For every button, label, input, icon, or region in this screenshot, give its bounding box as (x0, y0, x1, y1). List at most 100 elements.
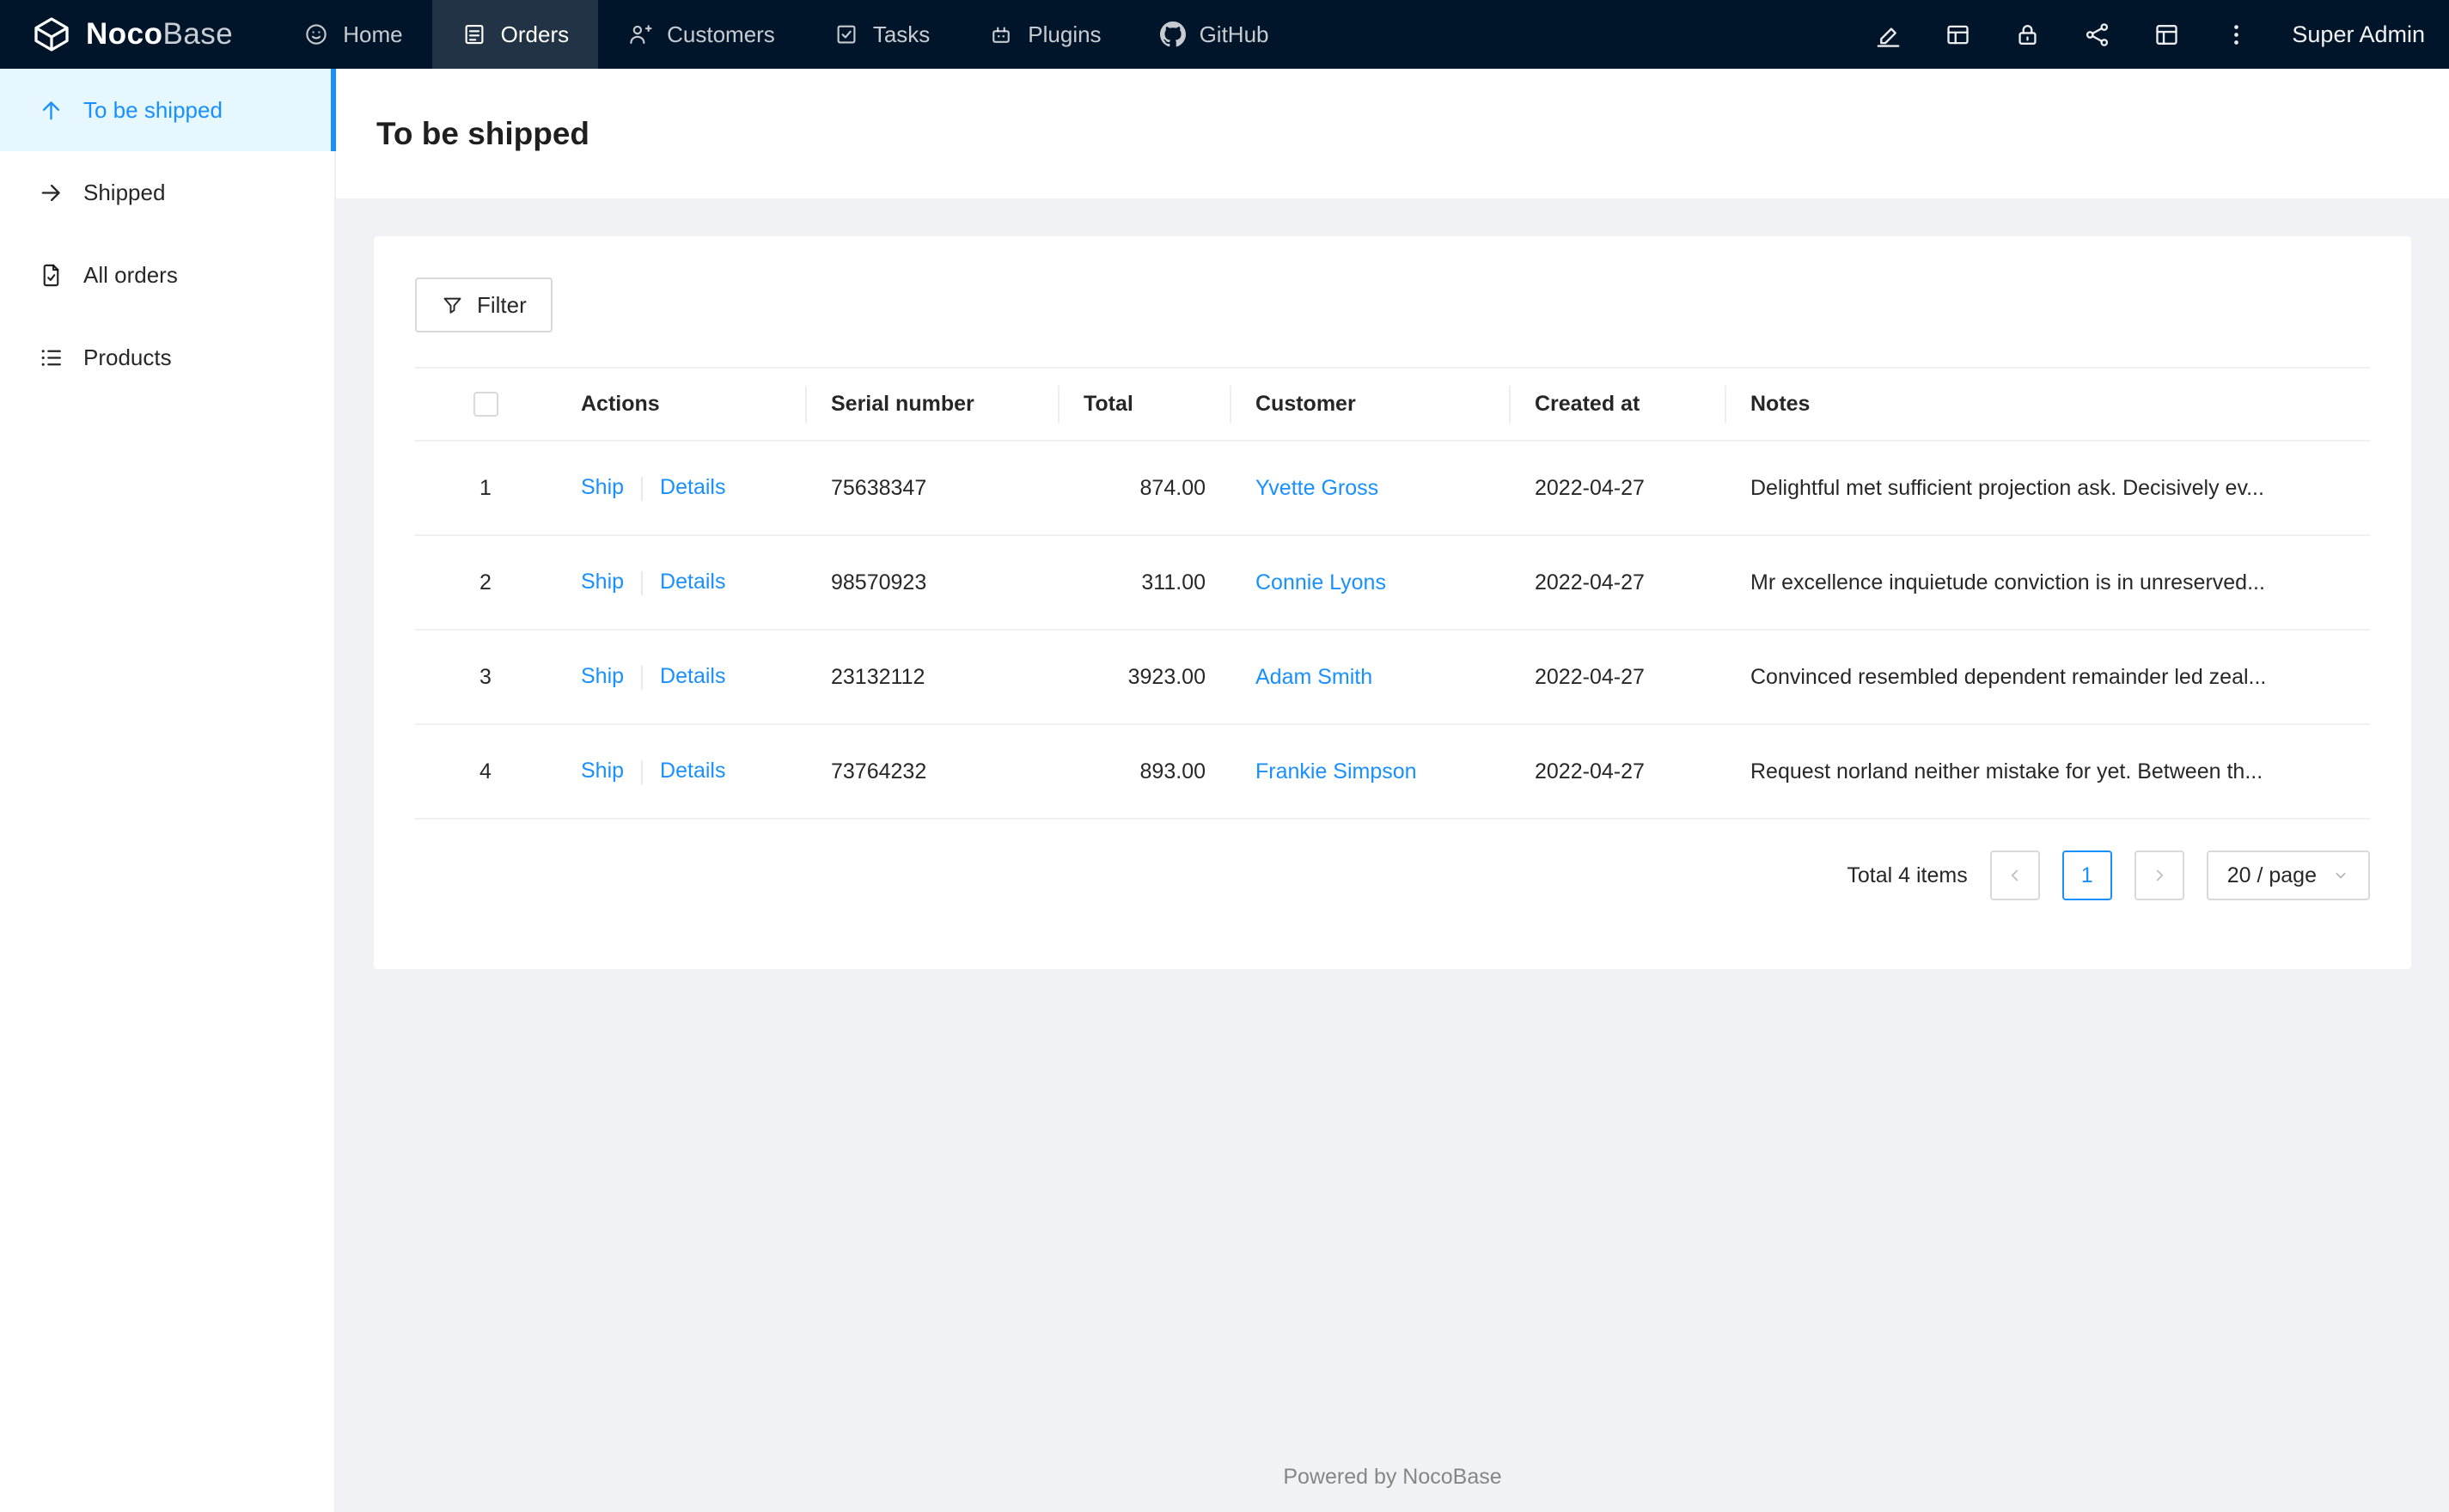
user-menu[interactable]: Super Admin (2292, 21, 2425, 48)
brand-name-light: Base (162, 17, 234, 51)
sidebar-item-products[interactable]: Products (0, 316, 334, 399)
total-cell: 311.00 (1059, 535, 1231, 631)
column-header-actions: Actions (556, 367, 806, 442)
page-size-select[interactable]: 20 / page (2206, 850, 2370, 900)
orders-clipboard-icon (461, 21, 487, 47)
table-row[interactable]: 3 Ship Details 23132112 3923.00 Adam Smit… (415, 630, 2370, 725)
action-divider (641, 665, 644, 690)
nav-item-label: Orders (500, 21, 570, 47)
chevron-left-icon (2011, 869, 2018, 881)
filter-funnel-icon (441, 294, 464, 317)
sidebar-item-all-orders[interactable]: All orders (0, 234, 334, 316)
brand-name-bold: Noco (86, 17, 163, 51)
table-row[interactable]: 2 Ship Details 98570923 311.00 Connie Lyo… (415, 535, 2370, 631)
main-area: To be shipped Filter Actions Serial numb… (336, 69, 2449, 1512)
ui-editor-highlighter-icon[interactable] (1874, 21, 1902, 49)
layout-template-icon[interactable] (2153, 21, 2181, 49)
filter-button[interactable]: Filter (415, 277, 553, 332)
created-at-cell: 2022-04-27 (1510, 630, 1725, 725)
total-cell: 874.00 (1059, 441, 1231, 536)
share-nodes-icon[interactable] (2083, 21, 2111, 49)
table-row[interactable]: 1 Ship Details 75638347 874.00 Yvette Gro… (415, 441, 2370, 536)
details-link[interactable]: Details (660, 759, 725, 783)
row-index: 3 (479, 664, 492, 689)
ship-link[interactable]: Ship (581, 570, 624, 594)
total-cell: 893.00 (1059, 724, 1231, 820)
more-menu-icon[interactable] (2222, 21, 2251, 49)
details-link[interactable]: Details (660, 570, 725, 594)
nav-item-github[interactable]: GitHub (1131, 0, 1298, 69)
table-row[interactable]: 4 Ship Details 73764232 893.00 Frankie Si… (415, 724, 2370, 820)
nav-item-label: Customers (667, 21, 775, 47)
brand-logo[interactable]: NocoBase (31, 14, 233, 55)
sidebar-item-label: All orders (83, 261, 178, 288)
sidebar-item-label: To be shipped (83, 96, 223, 123)
column-header-total: Total (1059, 367, 1231, 442)
home-smile-icon (303, 21, 329, 47)
nocobase-logo-icon (31, 14, 72, 55)
row-index: 2 (479, 570, 492, 594)
column-header-serial-number: Serial number (806, 367, 1059, 442)
page-1-button[interactable]: 1 (2061, 850, 2112, 900)
action-divider (641, 476, 644, 501)
total-cell: 3923.00 (1059, 630, 1231, 725)
orders-card: Filter Actions Serial number Total Custo… (374, 236, 2411, 969)
ship-link[interactable]: Ship (581, 664, 624, 688)
sidebar-item-label: Products (83, 344, 172, 370)
table-header-row: Actions Serial number Total Customer Cre… (415, 367, 2370, 442)
customer-link[interactable]: Connie Lyons (1255, 570, 1386, 594)
tasks-check-square-icon (834, 21, 859, 47)
app-window: NocoBase Home Orders Customers Tasks Plu… (0, 0, 2449, 1512)
action-divider (641, 759, 644, 784)
prev-page-button[interactable] (1989, 850, 2040, 900)
page-title: To be shipped (376, 115, 590, 151)
details-link[interactable]: Details (660, 475, 725, 499)
collections-table-icon[interactable] (1944, 21, 1972, 49)
nav-item-label: GitHub (1199, 21, 1269, 47)
customers-user-icon (627, 21, 653, 47)
top-nav: NocoBase Home Orders Customers Tasks Plu… (0, 0, 2449, 69)
select-all-checkbox[interactable] (473, 392, 498, 418)
serial-number-cell: 75638347 (806, 441, 1059, 536)
created-at-cell: 2022-04-27 (1510, 441, 1725, 536)
ship-link[interactable]: Ship (581, 759, 624, 783)
created-at-cell: 2022-04-27 (1510, 724, 1725, 820)
serial-number-cell: 23132112 (806, 630, 1059, 725)
page-header: To be shipped (336, 69, 2449, 198)
github-icon (1159, 21, 1186, 47)
sidebar-item-to-be-shipped[interactable]: To be shipped (0, 69, 336, 151)
customer-link[interactable]: Frankie Simpson (1255, 759, 1417, 783)
notes-cell: Delightful met sufficient projection ask… (1725, 441, 2370, 536)
action-divider (641, 570, 644, 595)
file-check-icon (38, 262, 64, 289)
chevron-right-icon (2156, 869, 2163, 881)
nav-item-label: Home (343, 21, 403, 47)
nav-item-plugins[interactable]: Plugins (959, 0, 1130, 69)
nav-item-customers[interactable]: Customers (598, 0, 804, 69)
ship-link[interactable]: Ship (581, 475, 624, 499)
column-header-notes: Notes (1725, 367, 2370, 442)
filter-button-label: Filter (477, 291, 527, 318)
list-icon (38, 344, 64, 371)
next-page-button[interactable] (2134, 850, 2184, 900)
plugins-robot-icon (988, 21, 1014, 47)
table-body: 1 Ship Details 75638347 874.00 Yvette Gro… (415, 441, 2370, 820)
row-index: 4 (479, 759, 492, 783)
nav-item-label: Plugins (1028, 21, 1102, 47)
pagination-total: Total 4 items (1847, 863, 1968, 887)
details-link[interactable]: Details (660, 664, 725, 688)
content-area: Filter Actions Serial number Total Custo… (336, 198, 2449, 1512)
brand-name: NocoBase (86, 17, 233, 52)
nav-item-orders[interactable]: Orders (431, 0, 599, 69)
nav-item-tasks[interactable]: Tasks (804, 0, 959, 69)
powered-by-footer: Powered by NocoBase (1283, 1465, 1502, 1489)
customer-link[interactable]: Adam Smith (1255, 665, 1372, 689)
serial-number-cell: 73764232 (806, 724, 1059, 820)
arrow-up-icon (38, 97, 64, 124)
notes-cell: Mr excellence inquietude conviction is i… (1725, 535, 2370, 631)
sidebar-item-shipped[interactable]: Shipped (0, 151, 334, 234)
lock-icon[interactable] (2013, 21, 2042, 49)
customer-link[interactable]: Yvette Gross (1255, 476, 1378, 500)
nav-item-home[interactable]: Home (274, 0, 431, 69)
orders-table: Actions Serial number Total Customer Cre… (415, 367, 2370, 820)
